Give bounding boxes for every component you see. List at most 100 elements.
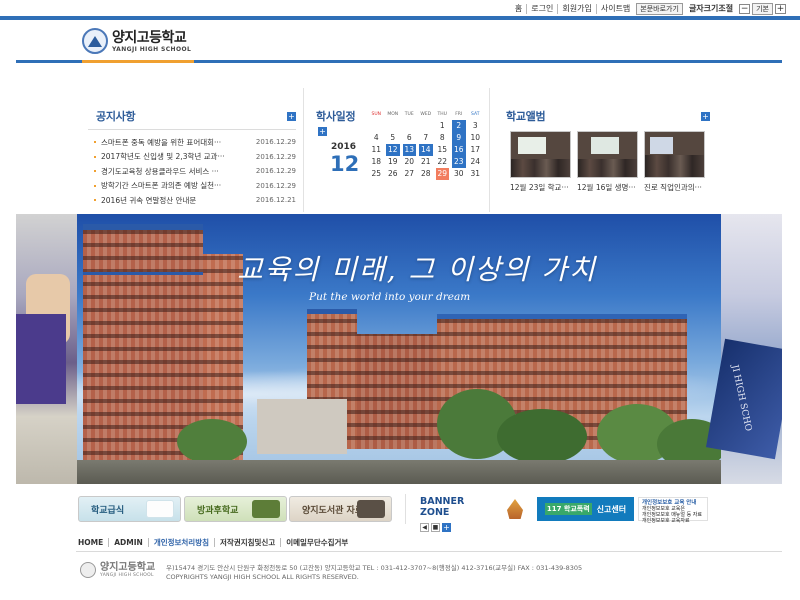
list-item[interactable]: 스마트폰 중독 예방을 위한 표어대회··· 2016.12.29 — [94, 135, 296, 150]
banner-item[interactable]: 117 학교폭력 신고센터 — [537, 497, 634, 521]
calendar-day[interactable]: 30 — [452, 168, 466, 180]
logo-english: YANGJI HIGH SCHOOL — [112, 45, 192, 53]
notice-item-title: 2017학년도 신입생 및 2,3학년 교과··· — [94, 151, 225, 162]
calendar-day[interactable]: 10 — [469, 132, 483, 144]
quick-link-afterschool[interactable]: 방과후학교 — [184, 496, 287, 522]
album-title[interactable]: 학교앨범 — [506, 108, 546, 124]
logo-korean: 양지고등학교 — [112, 29, 187, 46]
list-item[interactable]: 방학기간 스마트폰 과의존 예방 실천··· 2016.12.29 — [94, 179, 296, 194]
banner-more-button[interactable]: + — [442, 523, 451, 532]
calendar-day[interactable]: 3 — [469, 120, 483, 132]
calendar-day[interactable]: 31 — [469, 168, 483, 180]
sitemap-link[interactable]: 사이트맵 — [595, 4, 634, 14]
calendar-day[interactable]: 16 — [452, 144, 466, 156]
calendar-day[interactable]: 8 — [436, 132, 450, 144]
calendar-day[interactable]: 11 — [370, 144, 384, 156]
list-item[interactable]: 2017학년도 신입생 및 2,3학년 교과··· 2016.12.29 — [94, 150, 296, 165]
calendar-day[interactable]: 21 — [419, 156, 433, 168]
calendar-day[interactable]: 20 — [403, 156, 417, 168]
banner-item[interactable]: 개인정보보호 교육 안내 개인정보보호 교육은 개인정보보호 매뉴얼 등 자료 … — [638, 497, 708, 524]
footer-email-link[interactable]: 이메일무단수집거부 — [280, 538, 353, 547]
font-size-label: 글자크기조절 — [688, 4, 734, 13]
calendar-weekday: MON — [387, 112, 399, 117]
quick-link-library[interactable]: 양지도서관 자료검색 — [289, 496, 392, 522]
album-thumbnail[interactable] — [644, 131, 705, 178]
album-thumbnail[interactable] — [577, 131, 638, 178]
footer-privacy-link[interactable]: 개인정보처리방침 — [147, 538, 214, 547]
footer-divider — [76, 551, 782, 552]
banner-line: 개인정보보호 교육자료 — [642, 518, 690, 524]
notice-item-date: 2016.12.21 — [255, 196, 296, 205]
notice-title[interactable]: 공지사항 — [96, 108, 136, 124]
footer-home-link[interactable]: HOME — [76, 538, 108, 547]
hero-subtitle: Put the world into your dream — [309, 291, 471, 303]
calendar-day[interactable]: 25 — [370, 168, 384, 180]
utility-links: 홈 로그인 회원가입 사이트맵 본문바로가기 글자크기조절 − 기본 + — [511, 3, 786, 15]
hero-main-image: 교육의 미래, 그 이상의 가치 Put the world into your… — [77, 214, 721, 484]
calendar-day[interactable]: 24 — [469, 156, 483, 168]
album-caption[interactable]: 12월 16일 생명··· — [577, 182, 638, 193]
calendar-day[interactable]: 26 — [386, 168, 400, 180]
main-site-button[interactable]: 본문바로가기 — [636, 3, 683, 15]
calendar-day[interactable]: 28 — [419, 168, 433, 180]
calendar-weekday: SAT — [471, 112, 480, 117]
font-default-button[interactable]: 기본 — [752, 3, 773, 15]
list-item[interactable]: 2016년 귀속 연말정산 안내문 2016.12.21 — [94, 193, 296, 208]
calendar-day[interactable]: 7 — [419, 132, 433, 144]
album-caption[interactable]: 12월 23일 학교··· — [510, 182, 571, 193]
notice-item-date: 2016.12.29 — [255, 167, 296, 176]
calendar-day[interactable]: 27 — [403, 168, 417, 180]
home-link[interactable]: 홈 — [511, 4, 526, 14]
calendar-day[interactable]: 15 — [436, 144, 450, 156]
calendar-title[interactable]: 학사일정 — [316, 108, 356, 124]
notice-item-title: 스마트폰 중독 예방을 위한 표어대회··· — [94, 137, 221, 148]
quick-link-meal[interactable]: 학교급식 — [78, 496, 181, 522]
quick-link-label: 방과후학교 — [197, 505, 239, 516]
banner-item[interactable] — [495, 497, 535, 521]
login-link[interactable]: 로그인 — [526, 4, 557, 14]
calendar-day[interactable]: 14 — [419, 144, 433, 156]
calendar-empty-cell — [386, 120, 400, 132]
calendar-day[interactable]: 23 — [452, 156, 466, 168]
album-more-button[interactable]: + — [701, 111, 710, 121]
calendar-day[interactable]: 29 — [435, 168, 449, 180]
calendar-empty-cell — [370, 120, 384, 132]
footer-copyright-link[interactable]: 저작권지침및신고 — [214, 538, 280, 547]
album-thumbnail[interactable] — [510, 131, 571, 178]
calendar-day[interactable]: 1 — [436, 120, 450, 132]
copyright-text: COPYRIGHTS YANGJI HIGH SCHOOL ALL RIGHTS… — [166, 573, 359, 581]
banner-zone: BANNER ZONE ◀ ■ + — [420, 496, 490, 532]
font-increase-button[interactable]: + — [775, 4, 786, 14]
footer-admin-link[interactable]: ADMIN — [108, 538, 148, 547]
album-caption[interactable]: 진로 직업인과의··· — [644, 182, 705, 193]
notice-item-date: 2016.12.29 — [255, 181, 296, 190]
calendar-day[interactable]: 13 — [402, 144, 416, 156]
banner-stop-button[interactable]: ■ — [431, 523, 440, 532]
header-accent — [82, 60, 194, 63]
calendar-weekday: FRI — [455, 112, 463, 117]
calendar-day[interactable]: 19 — [386, 156, 400, 168]
calendar-day[interactable]: 12 — [386, 144, 400, 156]
calendar-day[interactable]: 4 — [370, 132, 384, 144]
hero-side-photo-left — [16, 214, 77, 484]
calendar-day[interactable]: 5 — [386, 132, 400, 144]
calendar-grid: SUN MON TUE WED THU FRI SAT 1 2 3 4 5 6 7 8 9 10 11 12 13 14… — [368, 110, 484, 180]
banner-prev-button[interactable]: ◀ — [420, 523, 429, 532]
calendar-more-button[interactable]: + — [318, 127, 327, 136]
school-logo[interactable]: 양지고등학교 YANGJI HIGH SCHOOL — [82, 28, 191, 54]
calendar-weekday: SUN — [371, 112, 382, 117]
calendar-day[interactable]: 9 — [452, 132, 466, 144]
school-emblem-icon — [80, 562, 96, 578]
calendar-day[interactable]: 18 — [370, 156, 384, 168]
calendar-day[interactable]: 22 — [436, 156, 450, 168]
calendar-day[interactable]: 17 — [469, 144, 483, 156]
font-decrease-button[interactable]: − — [739, 4, 751, 14]
quick-link-label: 학교급식 — [91, 505, 125, 516]
calendar-day[interactable]: 6 — [403, 132, 417, 144]
calendar-day[interactable]: 2 — [452, 120, 466, 132]
list-item[interactable]: 경기도교육청 상용클라우드 서비스 ··· 2016.12.29 — [94, 164, 296, 179]
footer-address: 우)15474 경기도 안산시 단원구 화정천동로 50 (고잔동) 양지고등학… — [166, 564, 582, 582]
hero-slogan: 교육의 미래, 그 이상의 가치 — [237, 253, 597, 286]
notice-more-button[interactable]: + — [287, 111, 296, 121]
signup-link[interactable]: 회원가입 — [557, 4, 595, 14]
